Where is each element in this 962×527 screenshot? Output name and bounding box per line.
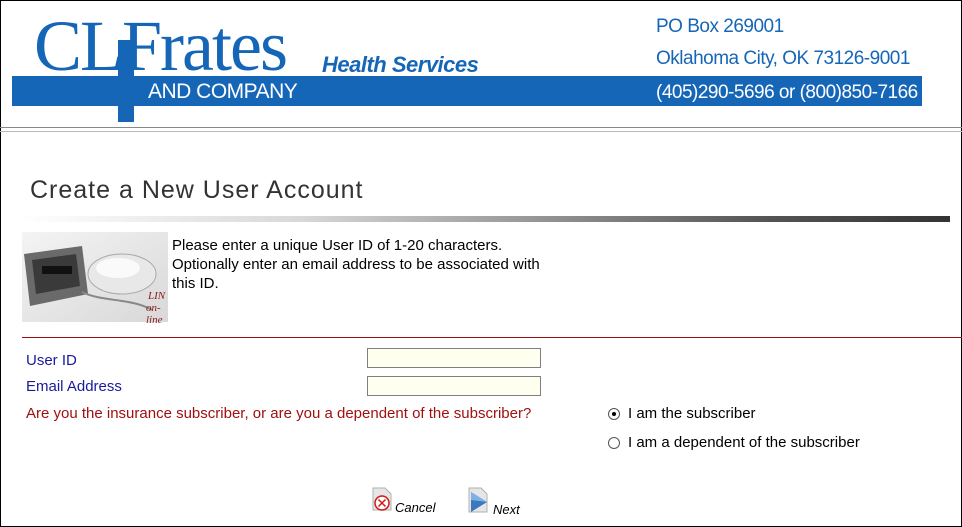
intro-line1: Please enter a unique User ID of 1-20 ch… bbox=[172, 237, 503, 254]
cancel-button[interactable]: Cancel bbox=[371, 486, 435, 515]
section-divider bbox=[22, 337, 962, 338]
phone-numbers: (405)290-5696 or (800)850-7166 bbox=[656, 82, 918, 103]
dependent-option-label: I am a dependent of the subscriber bbox=[628, 434, 860, 451]
site-header: CLFrates Health Services AND COMPANY PO … bbox=[0, 0, 960, 122]
radio-dependent[interactable] bbox=[608, 436, 620, 449]
email-input[interactable] bbox=[367, 376, 541, 396]
user-id-label: User ID bbox=[26, 352, 77, 369]
page-title: Create a New User Account bbox=[30, 176, 364, 204]
logo-main: CLFrates bbox=[34, 6, 288, 86]
image-caption-online: on-line bbox=[146, 302, 163, 326]
computer-mouse-image: LIN on-line bbox=[22, 232, 168, 326]
cancel-label: Cancel bbox=[395, 500, 436, 515]
address-line2: Oklahoma City, OK 73126-9001 bbox=[656, 48, 910, 69]
radio-subscriber[interactable] bbox=[608, 407, 620, 420]
subscriber-question: Are you the insurance subscriber, or are… bbox=[26, 405, 532, 422]
dependent-option[interactable]: I am a dependent of the subscriber bbox=[608, 434, 860, 451]
address-line1: PO Box 269001 bbox=[656, 16, 784, 37]
subscriber-option-label: I am the subscriber bbox=[628, 405, 756, 422]
next-button[interactable]: Next bbox=[467, 486, 520, 517]
image-caption-lin: LIN bbox=[148, 290, 166, 302]
intro-line3: this ID. bbox=[172, 275, 219, 292]
next-label: Next bbox=[493, 502, 520, 517]
header-divider bbox=[0, 127, 962, 132]
logo-company: AND COMPANY bbox=[148, 80, 298, 103]
next-arrow-icon bbox=[467, 486, 493, 517]
logo-tagline: Health Services bbox=[322, 52, 479, 77]
user-id-input[interactable] bbox=[367, 348, 541, 368]
title-divider bbox=[22, 216, 950, 222]
cancel-icon bbox=[371, 486, 395, 515]
subscriber-option[interactable]: I am the subscriber bbox=[608, 405, 756, 422]
email-label: Email Address bbox=[26, 378, 122, 395]
intro-line2: Optionally enter an email address to be … bbox=[172, 256, 540, 273]
intro-text: Please enter a unique User ID of 1-20 ch… bbox=[172, 236, 672, 293]
